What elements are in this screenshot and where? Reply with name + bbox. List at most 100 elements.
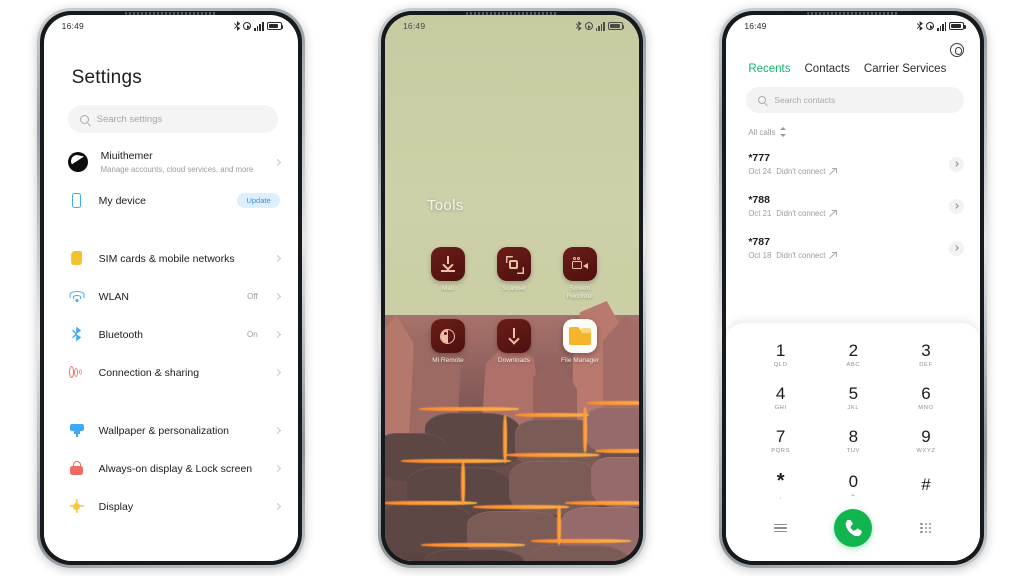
- settings-row-connection-sharing[interactable]: Connection & sharing: [44, 353, 298, 391]
- app-icon-mi-remote[interactable]: Mi Remote: [415, 319, 481, 365]
- app-icon-mail[interactable]: Mail: [415, 247, 481, 301]
- call-filter-selector[interactable]: All calls: [726, 113, 980, 137]
- call-log-row[interactable]: *788 Oct 21 Didn't connect: [726, 185, 980, 227]
- dialpad-key-3[interactable]: 3 DEF: [890, 337, 963, 372]
- dialpad-key-4[interactable]: 4 GHI: [744, 380, 817, 415]
- outgoing-call-icon: [830, 210, 838, 217]
- wallpaper-lava: [556, 505, 561, 545]
- dialpad-key-2[interactable]: 2 ABC: [817, 337, 890, 372]
- app-label: File Manager: [561, 357, 599, 365]
- key-letters: TUV: [846, 448, 860, 455]
- search-settings-input[interactable]: Search settings: [67, 105, 278, 133]
- brightness-icon: [68, 499, 86, 513]
- app-icon-file-manager[interactable]: File Manager: [547, 319, 613, 365]
- settings-row-account[interactable]: Miuithemer Manage accounts, cloud servic…: [44, 143, 298, 181]
- key-digit: *: [776, 470, 785, 493]
- key-letters: +: [851, 492, 856, 499]
- wallpaper-icon: [68, 423, 86, 437]
- tab-contacts[interactable]: Contacts: [805, 63, 850, 75]
- dialer-page: Recents Contacts Carrier Services Search…: [726, 37, 981, 561]
- search-placeholder: Search settings: [96, 113, 163, 125]
- settings-row-wallpaper[interactable]: Wallpaper & personalization: [44, 411, 298, 449]
- screen-settings: 16:49 Settings Search settings Miuitheme…: [43, 15, 298, 561]
- dialpad-key-0[interactable]: 0 +: [817, 467, 890, 505]
- phone-bezel: 16:49 Tools Mail Scanner Screen Recorder…: [380, 11, 643, 565]
- settings-value: Off: [247, 291, 258, 301]
- settings-row-sim[interactable]: SIM cards & mobile networks: [44, 239, 298, 277]
- dialpad-key-hash[interactable]: #: [890, 467, 963, 505]
- settings-label: Connection & sharing: [98, 367, 200, 379]
- dialpad-key-5[interactable]: 5 JKL: [817, 380, 890, 415]
- status-bar: 16:49: [385, 15, 639, 37]
- dnd-icon: [584, 22, 593, 30]
- hamburger-menu-icon[interactable]: [774, 523, 788, 533]
- dialpad: 1 QLD 2 ABC 3 DEF 4 GHI 5 JKL 6 MNO 7 PQ…: [726, 323, 981, 561]
- bluetooth-icon: [576, 21, 582, 31]
- call-date: Oct 24: [748, 167, 772, 176]
- dialpad-key-7[interactable]: 7 PQRS: [744, 424, 817, 459]
- wallpaper-stone: [584, 407, 639, 453]
- status-time: 16:49: [744, 21, 767, 31]
- wifi-icon: [68, 290, 86, 302]
- gear-icon[interactable]: [950, 43, 965, 57]
- call-details-button[interactable]: [949, 156, 965, 172]
- settings-row-display[interactable]: Display: [44, 487, 298, 525]
- status-time: 16:49: [61, 21, 84, 31]
- status-badge[interactable]: Update: [237, 192, 280, 208]
- key-letters: WXYZ: [916, 448, 936, 455]
- dialer-tabs: Recents Contacts Carrier Services: [726, 37, 980, 75]
- wallpaper-lava: [504, 453, 599, 457]
- folder-title: Tools: [426, 197, 464, 214]
- app-label: Screen Recorder: [566, 285, 594, 301]
- phone-home: 16:49 Tools Mail Scanner Screen Recorder…: [377, 8, 646, 568]
- key-letters: JKL: [847, 404, 860, 411]
- app-icon-screen-recorder[interactable]: Screen Recorder: [547, 247, 613, 301]
- call-log-list: *777 Oct 24 Didn't connect *788 Oct 21 D…: [726, 137, 980, 269]
- tab-carrier-services[interactable]: Carrier Services: [864, 63, 946, 75]
- call-details-button[interactable]: [949, 198, 965, 214]
- bluetooth-icon: [917, 21, 923, 31]
- call-button[interactable]: [834, 509, 873, 547]
- status-bar: 16:49: [44, 15, 298, 37]
- phone-dialer: 16:49 Recents Contacts Carrier Services: [719, 8, 988, 568]
- search-icon: [79, 114, 89, 124]
- chevron-right-icon: [273, 292, 281, 300]
- key-letters: ABC: [846, 361, 861, 368]
- dialpad-key-star[interactable]: * ,: [744, 467, 817, 505]
- call-log-row[interactable]: *787 Oct 18 Didn't connect: [726, 227, 980, 269]
- dialpad-key-1[interactable]: 1 QLD: [744, 337, 817, 372]
- outgoing-call-icon: [830, 168, 838, 175]
- key-letters: PQRS: [771, 448, 791, 455]
- call-details-button[interactable]: [949, 240, 965, 256]
- dialpad-bottom-bar: [744, 505, 962, 551]
- call-log-row[interactable]: *777 Oct 24 Didn't connect: [726, 143, 980, 185]
- search-placeholder: Search contacts: [774, 95, 836, 105]
- dialpad-key-6[interactable]: 6 MNO: [890, 380, 963, 415]
- dialpad-key-9[interactable]: 9 WXYZ: [890, 424, 963, 459]
- dialpad-keys: 1 QLD 2 ABC 3 DEF 4 GHI 5 JKL 6 MNO 7 PQ…: [744, 337, 962, 505]
- tab-recents[interactable]: Recents: [748, 63, 790, 75]
- key-letters: QLD: [773, 361, 788, 368]
- app-icon-scanner[interactable]: Scanner: [481, 247, 547, 301]
- list-divider: [44, 219, 298, 239]
- wallpaper-lava: [472, 505, 569, 509]
- settings-row-lockscreen[interactable]: Always-on display & Lock screen: [44, 449, 298, 487]
- settings-row-my-device[interactable]: My device Update: [44, 181, 298, 219]
- signal-icon: [254, 21, 264, 31]
- dialpad-icon[interactable]: [920, 522, 932, 534]
- settings-row-wlan[interactable]: WLAN Off: [44, 277, 298, 315]
- status-icons: [917, 21, 966, 31]
- wallpaper-stone: [590, 457, 639, 507]
- app-icon-downloads[interactable]: Downloads: [481, 319, 547, 365]
- settings-row-bluetooth[interactable]: Bluetooth On: [44, 315, 298, 353]
- earpiece-grille: [124, 12, 217, 15]
- wallpaper-lava: [582, 407, 587, 453]
- status-icons: [234, 21, 284, 31]
- wallpaper-lava: [418, 407, 519, 411]
- search-contacts-input[interactable]: Search contacts: [746, 87, 965, 113]
- lock-icon: [68, 461, 86, 475]
- page-title: Settings: [71, 67, 142, 88]
- wallpaper-lava: [502, 415, 507, 463]
- dialpad-key-8[interactable]: 8 TUV: [817, 424, 890, 459]
- key-digit: #: [921, 474, 931, 494]
